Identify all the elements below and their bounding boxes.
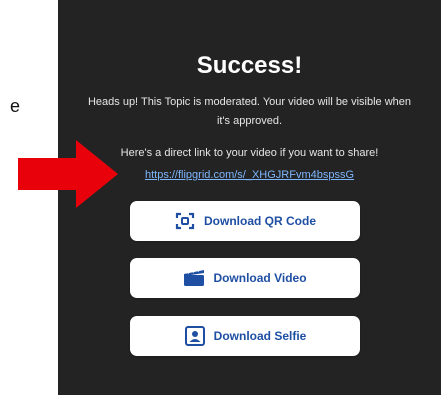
share-prompt: Here's a direct link to your video if yo… bbox=[120, 147, 379, 159]
download-selfie-label: Download Selfie bbox=[213, 329, 307, 343]
share-link[interactable]: https://flipgrid.com/s/_XHGJRFvm4bspssG bbox=[72, 169, 427, 181]
download-video-button[interactable]: Download Video bbox=[130, 258, 360, 298]
download-selfie-button[interactable]: Download Selfie bbox=[130, 316, 360, 356]
clapperboard-icon bbox=[183, 268, 205, 288]
qr-code-icon bbox=[174, 211, 196, 231]
red-arrow-icon bbox=[18, 140, 118, 208]
stray-letter: e bbox=[9, 96, 20, 116]
dialog-title: Success! bbox=[196, 52, 303, 79]
download-qr-code-label: Download QR Code bbox=[204, 214, 316, 228]
moderation-message: Heads up! This Topic is moderated. Your … bbox=[87, 96, 412, 127]
portrait-icon bbox=[184, 326, 206, 346]
download-qr-code-button[interactable]: Download QR Code bbox=[130, 201, 360, 241]
download-video-label: Download Video bbox=[213, 271, 307, 285]
